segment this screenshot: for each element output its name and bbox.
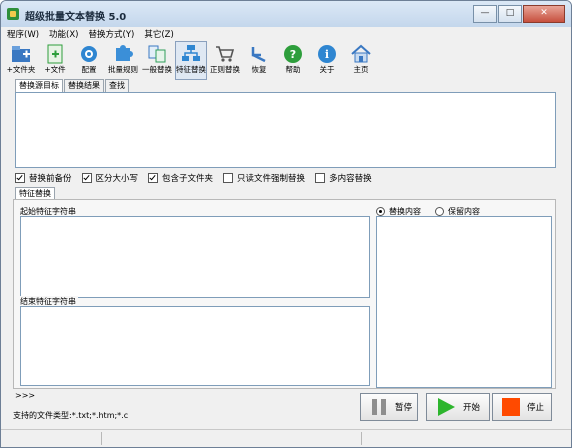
source-tabs: 替换源目标 替换结果 查找 — [15, 79, 130, 92]
keep-radio[interactable] — [435, 207, 444, 216]
maximize-button[interactable]: □ — [498, 5, 522, 23]
log-prompt: >>> — [15, 391, 36, 400]
tab-replace-result[interactable]: 替换结果 — [64, 79, 104, 92]
option-multi[interactable]: 多内容替换 — [315, 172, 372, 184]
subfolder-label: 包含子文件夹 — [162, 174, 214, 184]
regex-replace-label: 正则替换 — [210, 65, 240, 74]
status-divider — [361, 432, 362, 445]
backup-label: 替换前备份 — [29, 174, 72, 184]
supported-file-types: 支持的文件类型:*.txt;*.htm;*.c — [13, 411, 129, 420]
backup-checkbox[interactable] — [15, 173, 25, 183]
tab-replace-source[interactable]: 替换源目标 — [15, 79, 63, 92]
home-icon — [351, 44, 371, 63]
readonly-checkbox[interactable] — [223, 173, 234, 183]
general-replace-label: 一般替换 — [142, 65, 172, 74]
feature-replace-button[interactable]: 特征替换 — [175, 41, 207, 80]
option-readonly[interactable]: 只读文件强制替换 — [223, 172, 305, 184]
restore-button[interactable]: 恢复 — [243, 41, 275, 80]
tab-find[interactable]: 查找 — [105, 79, 129, 92]
add-folder-label: +文件夹 — [6, 65, 36, 74]
pause-button[interactable]: 暂停 — [360, 393, 418, 421]
start-string-input[interactable] — [20, 216, 370, 298]
menu-function[interactable]: 功能(X) — [49, 28, 78, 40]
help-label: 帮助 — [285, 65, 301, 74]
folder-add-icon — [12, 46, 30, 62]
menu-replace-mode[interactable]: 替换方式(Y) — [89, 28, 135, 40]
menu-bar: 程序(W) 功能(X) 替换方式(Y) 其它(Z) — [1, 27, 571, 41]
multi-label: 多内容替换 — [329, 174, 372, 184]
add-folder-button[interactable]: +文件夹 — [5, 41, 37, 80]
readonly-label: 只读文件强制替换 — [237, 174, 306, 184]
feature-panel: 起始特征字符串 结束特征字符串 替换内容 保留内容 — [13, 199, 556, 389]
pause-label: 暂停 — [395, 403, 413, 413]
subfolder-checkbox[interactable] — [148, 173, 159, 183]
case-checkbox[interactable] — [81, 173, 92, 183]
replace-radio[interactable] — [376, 207, 385, 216]
mode-tabs: 特征替换 — [15, 187, 55, 200]
start-label: 开始 — [463, 403, 481, 413]
regex-replace-button[interactable]: 正则替换 — [209, 41, 241, 80]
option-backup[interactable]: 替换前备份 — [15, 172, 72, 184]
play-icon — [438, 398, 455, 416]
homepage-label: 主页 — [353, 65, 369, 74]
close-button[interactable]: ✕ — [523, 5, 565, 23]
menu-program[interactable]: 程序(W) — [7, 28, 39, 40]
config-label: 配置 — [81, 65, 97, 74]
config-icon — [81, 46, 97, 62]
toolbar: +文件夹 +文件 配置 批量规则 一般替换 特征替换 正则替换 恢复 ? 帮助 … — [5, 41, 567, 80]
menu-other[interactable]: 其它(Z) — [144, 28, 173, 40]
title-bar[interactable]: 超级批量文本替换 5.0 — □ ✕ — [1, 1, 571, 27]
cart-icon — [216, 46, 235, 62]
stop-label: 停止 — [527, 403, 545, 413]
restore-label: 恢复 — [251, 65, 267, 74]
help-button[interactable]: ? 帮助 — [277, 41, 309, 80]
about-button[interactable]: i 关于 — [311, 41, 343, 80]
about-label: 关于 — [319, 65, 335, 74]
end-group: 结束特征字符串 — [18, 296, 370, 386]
option-case-sensitive[interactable]: 区分大小写 — [81, 172, 139, 184]
replace-option-group: 替换内容 保留内容 — [376, 206, 552, 388]
status-divider — [101, 432, 102, 445]
puzzle-icon — [116, 45, 133, 61]
status-bar — [1, 429, 571, 447]
add-file-button[interactable]: +文件 — [39, 41, 71, 80]
general-replace-button[interactable]: 一般替换 — [141, 41, 173, 80]
batch-rules-button[interactable]: 批量规则 — [107, 41, 139, 80]
config-button[interactable]: 配置 — [73, 41, 105, 80]
stop-icon — [502, 398, 520, 416]
options-row: 替换前备份 区分大小写 包含子文件夹 只读文件强制替换 多内容替换 — [15, 172, 382, 184]
pause-icon — [372, 399, 386, 415]
case-label: 区分大小写 — [95, 174, 139, 184]
undo-icon — [251, 47, 266, 63]
minimize-button[interactable]: — — [473, 5, 497, 23]
add-file-label: +文件 — [44, 65, 66, 74]
homepage-button[interactable]: 主页 — [345, 41, 377, 80]
svg-text:i: i — [325, 48, 329, 61]
app-icon — [7, 8, 19, 20]
general-replace-icon — [148, 45, 166, 63]
feature-replace-icon — [182, 45, 200, 61]
info-icon: i — [318, 45, 336, 63]
start-group: 起始特征字符串 — [18, 206, 370, 298]
option-subfolders[interactable]: 包含子文件夹 — [148, 172, 213, 184]
file-add-icon — [47, 44, 63, 64]
start-button[interactable]: 开始 — [426, 393, 490, 421]
multi-checkbox[interactable] — [315, 173, 326, 183]
window-title: 超级批量文本替换 5.0 — [25, 12, 127, 23]
replace-content-input[interactable] — [376, 216, 552, 388]
end-string-input[interactable] — [20, 306, 370, 386]
stop-button[interactable]: 停止 — [492, 393, 552, 421]
batch-rules-label: 批量规则 — [108, 65, 138, 74]
feature-replace-label: 特征替换 — [176, 65, 206, 74]
help-icon: ? — [284, 45, 302, 63]
svg-text:?: ? — [290, 48, 296, 61]
source-list[interactable] — [15, 92, 556, 168]
app-window: 超级批量文本替换 5.0 — □ ✕ 程序(W) 功能(X) 替换方式(Y) 其… — [0, 0, 572, 448]
